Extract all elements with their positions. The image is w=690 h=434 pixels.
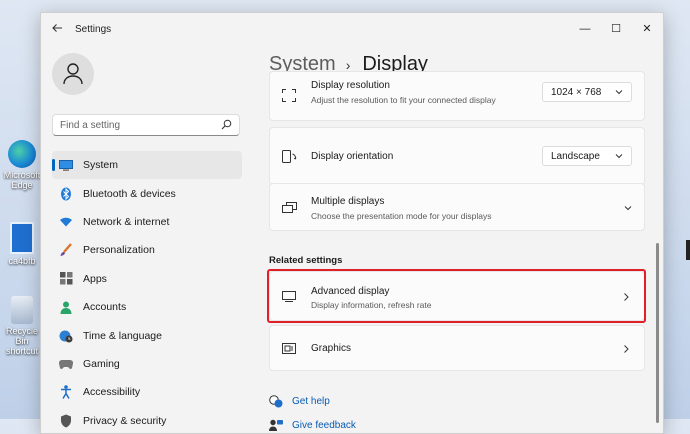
link-label: Give feedback [292, 419, 356, 431]
sidebar-item-apps[interactable]: Apps [52, 265, 242, 293]
brush-icon [59, 243, 73, 257]
settings-search-box[interactable] [52, 114, 240, 136]
title-bar: Settings — ☐ ✕ [41, 13, 663, 45]
multiple-displays-card[interactable]: Multiple displays Choose the presentatio… [269, 183, 645, 231]
user-avatar[interactable] [52, 53, 94, 95]
chevron-down-icon [615, 154, 623, 159]
desktop-icon-edge[interactable]: Microsoft Edge [2, 140, 42, 190]
search-input[interactable] [60, 118, 210, 132]
card-title: Display resolution [311, 80, 390, 91]
sidebar-item-label: Accounts [83, 301, 127, 314]
gamepad-icon [59, 357, 73, 371]
sidebar-item-gaming[interactable]: Gaming [52, 350, 242, 378]
desktop-icon-label: Microsoft Edge [3, 170, 41, 190]
link-label: Get help [292, 395, 330, 407]
shield-icon [59, 414, 73, 428]
desktop-edge-element [686, 240, 690, 260]
apps-icon [59, 272, 73, 286]
card-subtitle: Adjust the resolution to fit your connec… [311, 95, 496, 105]
minimize-button[interactable]: — [575, 19, 595, 39]
desktop-icon-label: ca4bfb [8, 256, 36, 266]
person-icon [59, 300, 73, 314]
scrollbar-thumb[interactable] [656, 243, 659, 423]
sidebar-item-label: Gaming [83, 357, 120, 370]
sidebar-item-label: Time & language [83, 329, 162, 342]
sidebar-item-bluetooth[interactable]: Bluetooth & devices [52, 179, 242, 207]
sidebar-item-time-language[interactable]: Time & language [52, 321, 242, 349]
card-title: Display orientation [311, 151, 394, 162]
orientation-icon [282, 150, 297, 163]
wifi-icon [59, 215, 73, 229]
file-icon [10, 222, 34, 254]
display-resolution-card[interactable]: Display resolution Adjust the resolution… [269, 71, 645, 121]
related-settings-heading: Related settings [269, 255, 343, 266]
sidebar-item-accounts[interactable]: Accounts [52, 293, 242, 321]
feedback-icon [269, 418, 283, 432]
graphics-card[interactable]: Graphics [269, 325, 645, 371]
sidebar-item-privacy[interactable]: Privacy & security [52, 407, 242, 433]
desktop-icon-file[interactable]: ca4bfb [2, 222, 42, 266]
dropdown-value: 1024 × 768 [551, 86, 602, 98]
desktop-icon-label: Recycle Bin shortcut [5, 326, 38, 356]
chevron-down-icon [615, 90, 623, 95]
search-icon[interactable] [221, 119, 232, 130]
maximize-button[interactable]: ☐ [606, 19, 626, 39]
dropdown-value: Landscape [551, 150, 600, 162]
back-button[interactable] [51, 22, 65, 36]
sidebar-item-label: Accessibility [83, 386, 141, 399]
monitor-icon [59, 158, 73, 172]
recycle-bin-icon [11, 296, 33, 324]
desktop-icon-recycle-bin[interactable]: Recycle Bin shortcut [2, 296, 42, 356]
sidebar-item-personalization[interactable]: Personalization [52, 236, 242, 264]
sidebar-item-label: System [83, 159, 119, 172]
sidebar-item-network[interactable]: Network & internet [52, 208, 242, 236]
card-subtitle: Choose the presentation mode for your di… [311, 211, 492, 221]
globe-clock-icon [59, 329, 73, 343]
chevron-down-icon[interactable] [623, 203, 633, 213]
sidebar-item-label: Personalization [83, 244, 155, 257]
sidebar-item-accessibility[interactable]: Accessibility [52, 378, 242, 406]
sidebar-item-label: Apps [83, 272, 107, 285]
close-icon: ✕ [642, 23, 652, 35]
orientation-dropdown[interactable]: Landscape [542, 146, 632, 166]
person-icon [63, 63, 83, 85]
get-help-link[interactable]: Get help [269, 394, 330, 408]
give-feedback-link[interactable]: Give feedback [269, 418, 356, 432]
card-title: Graphics [311, 343, 352, 354]
sidebar-nav: System Bluetooth & devices Network & int… [52, 151, 242, 433]
bluetooth-icon [59, 187, 73, 201]
window-title: Settings [75, 24, 112, 35]
graphics-icon [282, 343, 296, 354]
display-orientation-card[interactable]: Display orientation Landscape [269, 127, 645, 185]
help-icon [269, 394, 283, 408]
sidebar-item-system[interactable]: System [52, 151, 242, 180]
card-title: Multiple displays [311, 196, 385, 207]
resolution-dropdown[interactable]: 1024 × 768 [542, 82, 632, 102]
multiple-displays-icon [282, 202, 297, 213]
sidebar-item-label: Bluetooth & devices [83, 187, 176, 200]
close-button[interactable]: ✕ [637, 19, 657, 39]
chevron-right-icon [624, 345, 629, 353]
minimize-icon: — [579, 23, 591, 35]
accessibility-icon [59, 385, 73, 400]
settings-window: Settings — ☐ ✕ System Bluetooth [40, 12, 664, 434]
sidebar-item-label: Network & internet [83, 215, 170, 228]
highlight-box [267, 269, 646, 323]
back-arrow-icon [52, 24, 62, 32]
sidebar-item-label: Privacy & security [83, 414, 167, 427]
maximize-icon: ☐ [611, 23, 621, 35]
resolution-icon [282, 89, 296, 102]
edge-icon [8, 140, 36, 168]
